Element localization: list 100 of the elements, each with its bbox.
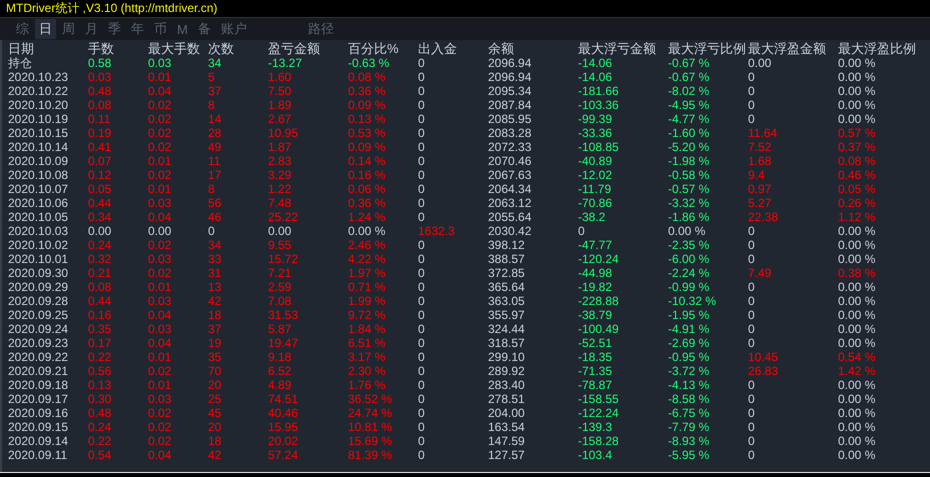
path-tab[interactable]: 路径 xyxy=(304,19,338,39)
table-cell-text: 0 xyxy=(748,70,756,84)
table-cell-text: 81.39 % xyxy=(348,448,394,462)
table-cell-text: 2.83 xyxy=(268,154,292,168)
table-cell-text: 9.18 xyxy=(268,350,292,364)
table-cell-text: 2.30 % xyxy=(348,364,386,378)
table-cell-text: 14 xyxy=(208,112,222,126)
table-cell-text: 0 xyxy=(748,294,756,308)
table-cell-text: 0.03 xyxy=(148,294,172,308)
table-cell-text: 1.22 xyxy=(268,182,292,196)
table-cell-text: 2064.34 xyxy=(488,182,532,196)
table-cell-text: 0.03 xyxy=(148,392,172,406)
period-tab[interactable]: 日 xyxy=(35,19,56,39)
table-cell-text: 0.02 xyxy=(148,238,172,252)
table-cell-text: 0.03 xyxy=(148,322,172,336)
table-cell-text: 0.36 % xyxy=(348,84,386,98)
table-cell-text: 20 xyxy=(208,378,222,392)
period-tab[interactable]: 币 xyxy=(150,19,171,39)
table-cell-text: 0.35 xyxy=(88,322,112,336)
table-cell-text: 0 xyxy=(748,448,756,462)
table-cell-text: -3.72 % xyxy=(668,364,710,378)
table-cell-text: 0.08 xyxy=(88,280,112,294)
table-cell-text: 2070.46 xyxy=(488,154,532,168)
period-tab[interactable]: 月 xyxy=(81,19,102,39)
table-cell-text: -11.79 xyxy=(578,182,612,196)
table-cell-text: 15.72 xyxy=(268,252,300,266)
period-tab[interactable]: 备 xyxy=(194,19,215,39)
table-cell-text: 0.57 % xyxy=(838,126,876,140)
table-cell-text: 0.02 xyxy=(148,98,172,112)
table-cell-text: 22.38 xyxy=(748,210,780,224)
table-cell-text: 70 xyxy=(208,364,222,378)
table-cell-text: 5.87 xyxy=(268,322,292,336)
table-cell-text: 2020.09.18 xyxy=(8,378,70,392)
table-cell-text: 388.57 xyxy=(488,252,526,266)
table-cell-text: 0.00 xyxy=(148,224,172,238)
table-cell-text: 0.00 % xyxy=(838,280,876,294)
table-cell-text: 2020.10.03 xyxy=(8,224,70,238)
table-cell-text: 2020.09.21 xyxy=(8,364,70,378)
table-cell-text: 56 xyxy=(208,196,222,210)
table-cell-text: 3.29 xyxy=(268,168,292,182)
table-cell-text: -0.67 % xyxy=(668,70,710,84)
table-cell-text: 24.74 % xyxy=(348,406,394,420)
table-cell-text: 17 xyxy=(208,168,222,182)
period-tab[interactable]: 年 xyxy=(127,19,148,39)
table-cell-text: 0 xyxy=(418,112,426,126)
table-cell-text: 0.00 % xyxy=(838,238,876,252)
table-cell-text: 0.00 % xyxy=(838,294,876,308)
table-cell-text: 3.17 % xyxy=(348,350,386,364)
table-cell-text: 2020.09.11 xyxy=(8,448,68,462)
table-cell-text: 2063.12 xyxy=(488,196,532,210)
table-cell-text: 0 xyxy=(748,84,756,98)
table-cell-text: 20.02 xyxy=(268,434,300,448)
period-tab[interactable]: M xyxy=(173,20,192,38)
table-cell-text: 0.00 % xyxy=(838,308,876,322)
table-cell-text: 9.55 xyxy=(268,238,292,252)
table-cell-text: -8.02 % xyxy=(668,84,710,98)
table-cell-text: 0.71 % xyxy=(348,280,386,294)
table-cell-text: 5 xyxy=(208,70,216,84)
table-cell-text: 0.01 xyxy=(148,350,172,364)
column-header: 出入金 xyxy=(418,42,458,56)
table-cell-text: 4.22 % xyxy=(348,252,386,266)
table-cell-text: 0 xyxy=(748,406,756,420)
column-header: 最大浮盈金额 xyxy=(748,42,827,56)
table-cell-text: -103.36 xyxy=(578,98,620,112)
table-cell-text: 0.34 xyxy=(88,210,112,224)
table-cell-text: 0.13 % xyxy=(348,112,386,126)
table-cell-text: 35 xyxy=(208,350,222,364)
table-cell-text: 1.89 xyxy=(268,98,292,112)
table-cell-text: 324.44 xyxy=(488,322,526,336)
table-cell-text: 33 xyxy=(208,252,222,266)
table-cell-text: 0 xyxy=(418,140,426,154)
period-tab[interactable]: 季 xyxy=(104,19,125,39)
period-tab[interactable]: 综 xyxy=(12,19,33,39)
table-cell-text: 398.12 xyxy=(488,238,526,252)
table-cell-text: 2020.10.09 xyxy=(8,154,70,168)
table-cell-text: 7.52 xyxy=(748,140,772,154)
table-cell-text: 147.59 xyxy=(488,434,526,448)
table-cell-text: 6.52 xyxy=(268,364,292,378)
table-cell-text: 57.24 xyxy=(268,448,300,462)
table-cell-text: 0.04 xyxy=(148,336,172,350)
table-cell-text: 0.00 % xyxy=(838,392,876,406)
table-cell-text: 34 xyxy=(208,238,222,252)
table-cell-text: 0.06 % xyxy=(348,182,386,196)
table-cell-text: 0.00 % xyxy=(838,378,876,392)
table-cell-text: -6.00 % xyxy=(668,252,710,266)
table-cell-text: -8.58 % xyxy=(668,392,710,406)
table-cell-text: -0.95 % xyxy=(668,350,710,364)
table-cell-text: 18 xyxy=(208,434,222,448)
table-cell-text: 2020.09.30 xyxy=(8,266,70,280)
table-cell-text: -78.87 xyxy=(578,378,614,392)
table-cell-text: 0.05 xyxy=(88,182,112,196)
table-cell-text: 0.44 xyxy=(88,294,112,308)
table-cell-text: 2020.10.23 xyxy=(8,70,70,84)
table-cell-text: 0.37 % xyxy=(838,140,876,154)
table-cell-text: 0.00 % xyxy=(838,98,876,112)
table-cell-text: 34 xyxy=(208,56,222,70)
period-tab[interactable]: 账户 xyxy=(216,19,251,39)
table-cell-text: -13.27 xyxy=(268,56,304,70)
table-cell-text: 0.03 xyxy=(148,252,172,266)
period-tab[interactable]: 周 xyxy=(58,19,79,39)
